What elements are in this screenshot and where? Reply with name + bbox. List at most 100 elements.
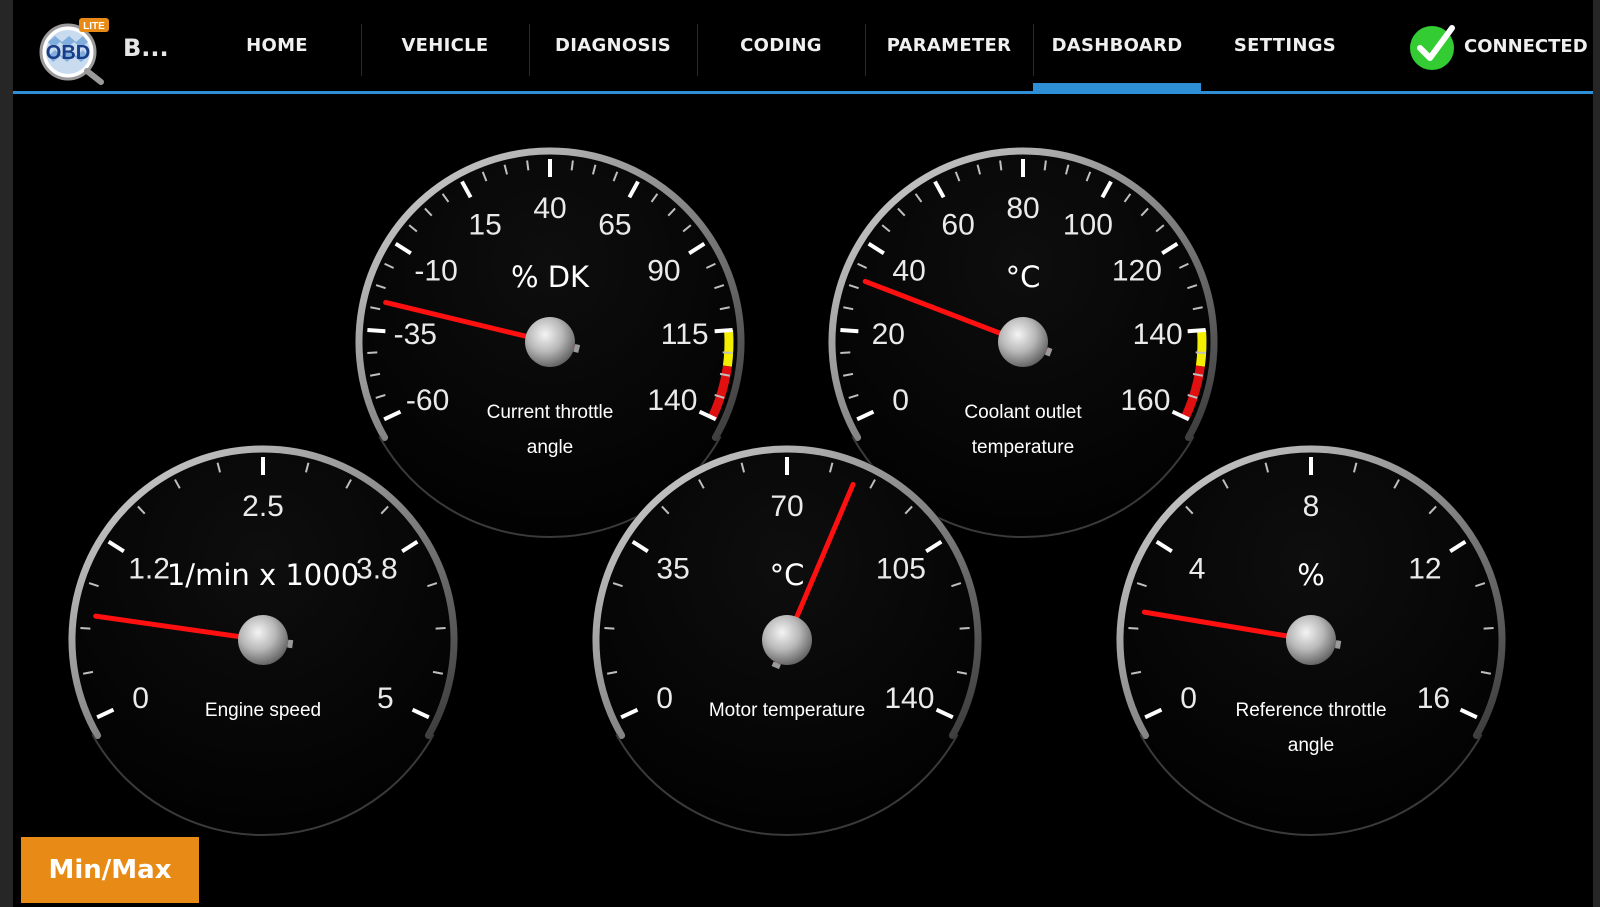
- minor-tick: [367, 351, 378, 354]
- tab-coding[interactable]: CODING: [697, 0, 865, 91]
- tick-label: 4: [1189, 553, 1206, 586]
- check-circle-icon: [1410, 25, 1455, 70]
- needle-tail: [287, 639, 294, 649]
- minor-tick: [959, 627, 970, 630]
- tick-label: -35: [394, 318, 437, 351]
- tick-label: 140: [647, 384, 697, 417]
- tick-label: 5: [377, 682, 394, 715]
- minor-tick: [604, 627, 615, 630]
- gauge-label: Engine speed: [205, 700, 321, 721]
- tick-label: 100: [1063, 209, 1113, 242]
- min-max-button[interactable]: Min/Max: [21, 837, 199, 903]
- tab-vehicle[interactable]: VEHICLE: [361, 0, 529, 91]
- tab-label: PARAMETER: [886, 35, 1012, 56]
- gauge-unit: °C: [770, 558, 805, 592]
- tab-settings[interactable]: SETTINGS: [1201, 0, 1369, 91]
- tick-label: 3.8: [356, 553, 398, 586]
- minor-tick: [1195, 351, 1206, 354]
- warning-zone-yellow: [722, 330, 734, 367]
- minor-tick: [526, 160, 530, 171]
- tab-diagnosis[interactable]: DIAGNOSIS: [529, 0, 697, 91]
- tick-label: 8: [1303, 490, 1320, 523]
- tick-label: 20: [872, 318, 905, 351]
- needle-tail: [771, 661, 781, 670]
- top-navigation-bar: OBD LITE B... HOME VEHICLE DIAGNOSIS COD…: [13, 0, 1593, 96]
- tab-home[interactable]: HOME: [193, 0, 361, 91]
- minor-tick: [840, 351, 851, 354]
- tab-label: DASHBOARD: [1051, 35, 1183, 56]
- tick-label: 140: [884, 682, 934, 715]
- gauge-label: angle: [527, 437, 574, 458]
- tab-label: CODING: [740, 35, 822, 56]
- gauge-panel: -60-35-1015406590115140% DKCurrent throt…: [68, 147, 1506, 837]
- needle-tail: [573, 343, 581, 353]
- tick-label: 1.2: [128, 553, 170, 586]
- minor-tick: [1043, 160, 1047, 171]
- tick-label: 0: [656, 682, 673, 715]
- tick-label: 15: [468, 209, 501, 242]
- tick-label: 90: [647, 255, 680, 288]
- gauge-label: Coolant outlet: [964, 402, 1082, 423]
- gauge-motor-temp: 0 35 70 105 140 °C Motor temperature: [592, 445, 982, 837]
- tick-label: 70: [770, 490, 803, 523]
- needle-tail: [1044, 347, 1053, 357]
- gauge-label: angle: [1288, 735, 1335, 756]
- warning-zone-yellow: [1195, 330, 1207, 367]
- tick-label: 140: [1133, 318, 1183, 351]
- gauge-hub: [762, 615, 812, 665]
- tick-label: 35: [656, 553, 689, 586]
- tick-label: 12: [1408, 553, 1441, 586]
- tick-label: 65: [598, 209, 631, 242]
- gauge-label: Current throttle: [487, 402, 614, 423]
- tab-label: SETTINGS: [1233, 35, 1337, 56]
- minor-tick: [722, 351, 733, 354]
- tab-label: HOME: [246, 35, 308, 56]
- gauge-label: Reference throttle: [1235, 700, 1386, 721]
- gauge-engine-speed: 0 1.2 2.5 3.8 5 1/min x 1000 Engine speed: [68, 445, 458, 837]
- svg-text:OBD: OBD: [46, 42, 90, 64]
- major-tick: [714, 328, 733, 334]
- minor-tick: [435, 627, 446, 630]
- tick-label: 0: [132, 682, 149, 715]
- tick-label: 40: [892, 255, 925, 288]
- gauge-unit: 1/min x 1000: [167, 558, 359, 592]
- tick-label: 115: [661, 318, 709, 351]
- tick-label: 120: [1112, 255, 1162, 288]
- app-title: B...: [123, 34, 169, 62]
- gauge-label: temperature: [972, 437, 1074, 458]
- minor-tick: [1483, 627, 1494, 630]
- tick-label: 60: [941, 209, 974, 242]
- tick-label: 40: [533, 192, 566, 225]
- gauge-ref-throttle: 0 4 8 12 16% Reference throttle angle: [1116, 445, 1506, 837]
- minor-tick: [570, 160, 574, 171]
- tick-label: 0: [892, 384, 909, 417]
- gauge-unit: %: [1297, 558, 1325, 592]
- tick-label: 2.5: [242, 490, 284, 523]
- minor-tick: [80, 627, 91, 630]
- connection-status-label: CONNECTED: [1464, 35, 1588, 57]
- tab-label: DIAGNOSIS: [554, 35, 672, 56]
- tick-label: 0: [1180, 682, 1197, 715]
- topbar-divider: [13, 91, 1593, 94]
- tab-parameter[interactable]: PARAMETER: [865, 0, 1033, 91]
- gauge-hub: [525, 317, 575, 367]
- obd-logo-icon[interactable]: OBD LITE: [35, 18, 111, 86]
- tab-label: VEHICLE: [401, 35, 489, 56]
- gauge-hub: [1286, 615, 1336, 665]
- major-tick: [840, 328, 859, 334]
- gauge-hub: [238, 615, 288, 665]
- tick-label: 160: [1120, 384, 1170, 417]
- minor-tick: [999, 160, 1003, 171]
- connection-status: CONNECTED: [1408, 20, 1588, 72]
- minor-tick: [1128, 627, 1139, 630]
- gauge-label: Motor temperature: [709, 700, 865, 721]
- gauge-unit: % DK: [511, 260, 590, 294]
- app-screen: OBD LITE B... HOME VEHICLE DIAGNOSIS COD…: [13, 0, 1593, 907]
- gauge-unit: °C: [1006, 260, 1041, 294]
- tick-label: -10: [414, 255, 457, 288]
- tick-label: 80: [1006, 192, 1039, 225]
- tab-dashboard[interactable]: DASHBOARD: [1033, 0, 1201, 91]
- gauge-hub: [998, 317, 1048, 367]
- tick-label: 105: [876, 553, 926, 586]
- major-tick: [1187, 328, 1206, 334]
